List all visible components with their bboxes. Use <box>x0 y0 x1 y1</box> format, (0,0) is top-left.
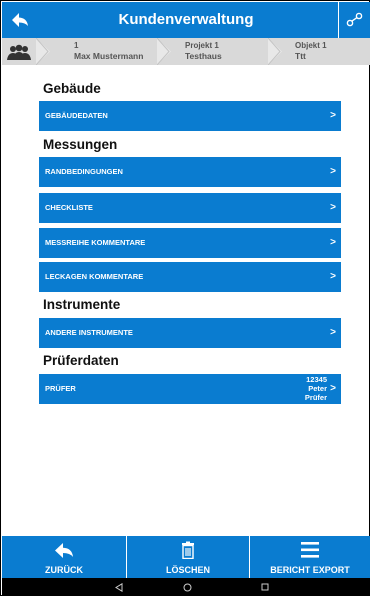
leakage-comments-button[interactable]: LECKAGEN KOMMENTARE > <box>39 262 341 292</box>
inspector-id: 12345 <box>306 375 327 384</box>
item-label: CHECKLISTE <box>45 203 93 212</box>
item-label: MESSREIHE KOMMENTARE <box>45 238 146 247</box>
item-label: GEBÄUDEDATEN <box>45 111 108 120</box>
delete-label: LÖSCHEN <box>165 565 210 575</box>
item-label: LECKAGEN KOMMENTARE <box>45 272 144 281</box>
measurement-series-comments-button[interactable]: MESSREIHE KOMMENTARE > <box>39 228 341 258</box>
share-button[interactable] <box>338 2 370 38</box>
triangle-back-icon <box>115 582 123 592</box>
breadcrumb-separator-icon <box>36 38 50 65</box>
boundary-conditions-button[interactable]: RANDBEDINGUNGEN > <box>39 157 341 187</box>
chevron-right-icon: > <box>330 237 336 248</box>
breadcrumb-separator-icon <box>157 38 171 65</box>
system-nav-bar <box>2 578 370 596</box>
back-action-button[interactable]: ZURÜCK <box>2 536 126 578</box>
item-label: ANDERE INSTRUMENTE <box>45 328 133 337</box>
arrow-left-icon <box>12 13 28 27</box>
breadcrumb-project-number: Projekt 1 <box>185 41 219 50</box>
menu-icon <box>301 542 319 558</box>
other-instruments-button[interactable]: ANDERE INSTRUMENTE > <box>39 318 341 348</box>
breadcrumb-item-project[interactable]: Projekt 1 Testhaus <box>185 41 222 63</box>
nav-back-button[interactable] <box>109 578 129 596</box>
inspector-button[interactable]: PRÜFER 12345 Peter Prüfer > <box>39 374 341 404</box>
breadcrumb-customer-name: Max Mustermann <box>74 51 144 61</box>
app-frame: Kundenverwaltung 1 Max Mustermann Projek… <box>0 0 370 596</box>
chevron-right-icon: > <box>330 327 336 338</box>
breadcrumb-item-customer[interactable]: 1 Max Mustermann <box>74 41 143 63</box>
breadcrumb-object-name: Ttt <box>295 51 306 61</box>
back-action-label: ZURÜCK <box>45 565 83 575</box>
section-title-building: Gebäude <box>43 81 101 96</box>
inspector-details: 12345 Peter Prüfer <box>305 375 327 402</box>
nav-recents-button[interactable] <box>255 578 275 596</box>
top-app-bar: Kundenverwaltung <box>2 2 370 38</box>
delete-button[interactable]: LÖSCHEN <box>126 536 249 578</box>
page-title: Kundenverwaltung <box>118 11 254 28</box>
square-recents-icon <box>261 583 269 591</box>
breadcrumb-separator-icon <box>268 38 282 65</box>
trash-icon <box>182 541 194 559</box>
breadcrumb-project-name: Testhaus <box>185 51 222 61</box>
share-icon <box>346 12 362 27</box>
chevron-right-icon: > <box>330 110 336 121</box>
breadcrumb-object-number: Objekt 1 <box>295 41 327 50</box>
chevron-right-icon: > <box>330 166 336 177</box>
circle-home-icon <box>183 583 191 591</box>
breadcrumb-customer-number: 1 <box>74 41 79 50</box>
section-title-instruments: Instrumente <box>43 297 121 312</box>
inspector-first-name: Peter <box>308 384 327 393</box>
report-export-button[interactable]: BERICHT EXPORT <box>249 536 370 578</box>
breadcrumb-item-object[interactable]: Objekt 1 Ttt <box>295 41 327 63</box>
breadcrumb: 1 Max Mustermann Projekt 1 Testhaus Obje… <box>2 38 370 65</box>
checklist-button[interactable]: CHECKLISTE > <box>39 193 341 223</box>
section-title-measurements: Messungen <box>43 137 118 152</box>
section-title-inspector-data: Prüferdaten <box>43 353 119 368</box>
item-label: RANDBEDINGUNGEN <box>45 167 123 176</box>
building-data-button[interactable]: GEBÄUDEDATEN > <box>39 101 341 131</box>
inspector-last-name: Prüfer <box>304 393 327 402</box>
people-icon <box>7 44 31 60</box>
bottom-action-bar: ZURÜCK LÖSCHEN BERICHT EXPORT <box>2 536 370 578</box>
report-export-label: BERICHT EXPORT <box>270 565 350 575</box>
chevron-right-icon: > <box>330 202 336 213</box>
back-button[interactable] <box>2 2 38 38</box>
arrow-left-icon <box>55 542 73 558</box>
nav-home-button[interactable] <box>177 578 197 596</box>
item-label: PRÜFER <box>45 384 76 393</box>
chevron-right-icon: > <box>330 383 336 394</box>
chevron-right-icon: > <box>330 271 336 282</box>
